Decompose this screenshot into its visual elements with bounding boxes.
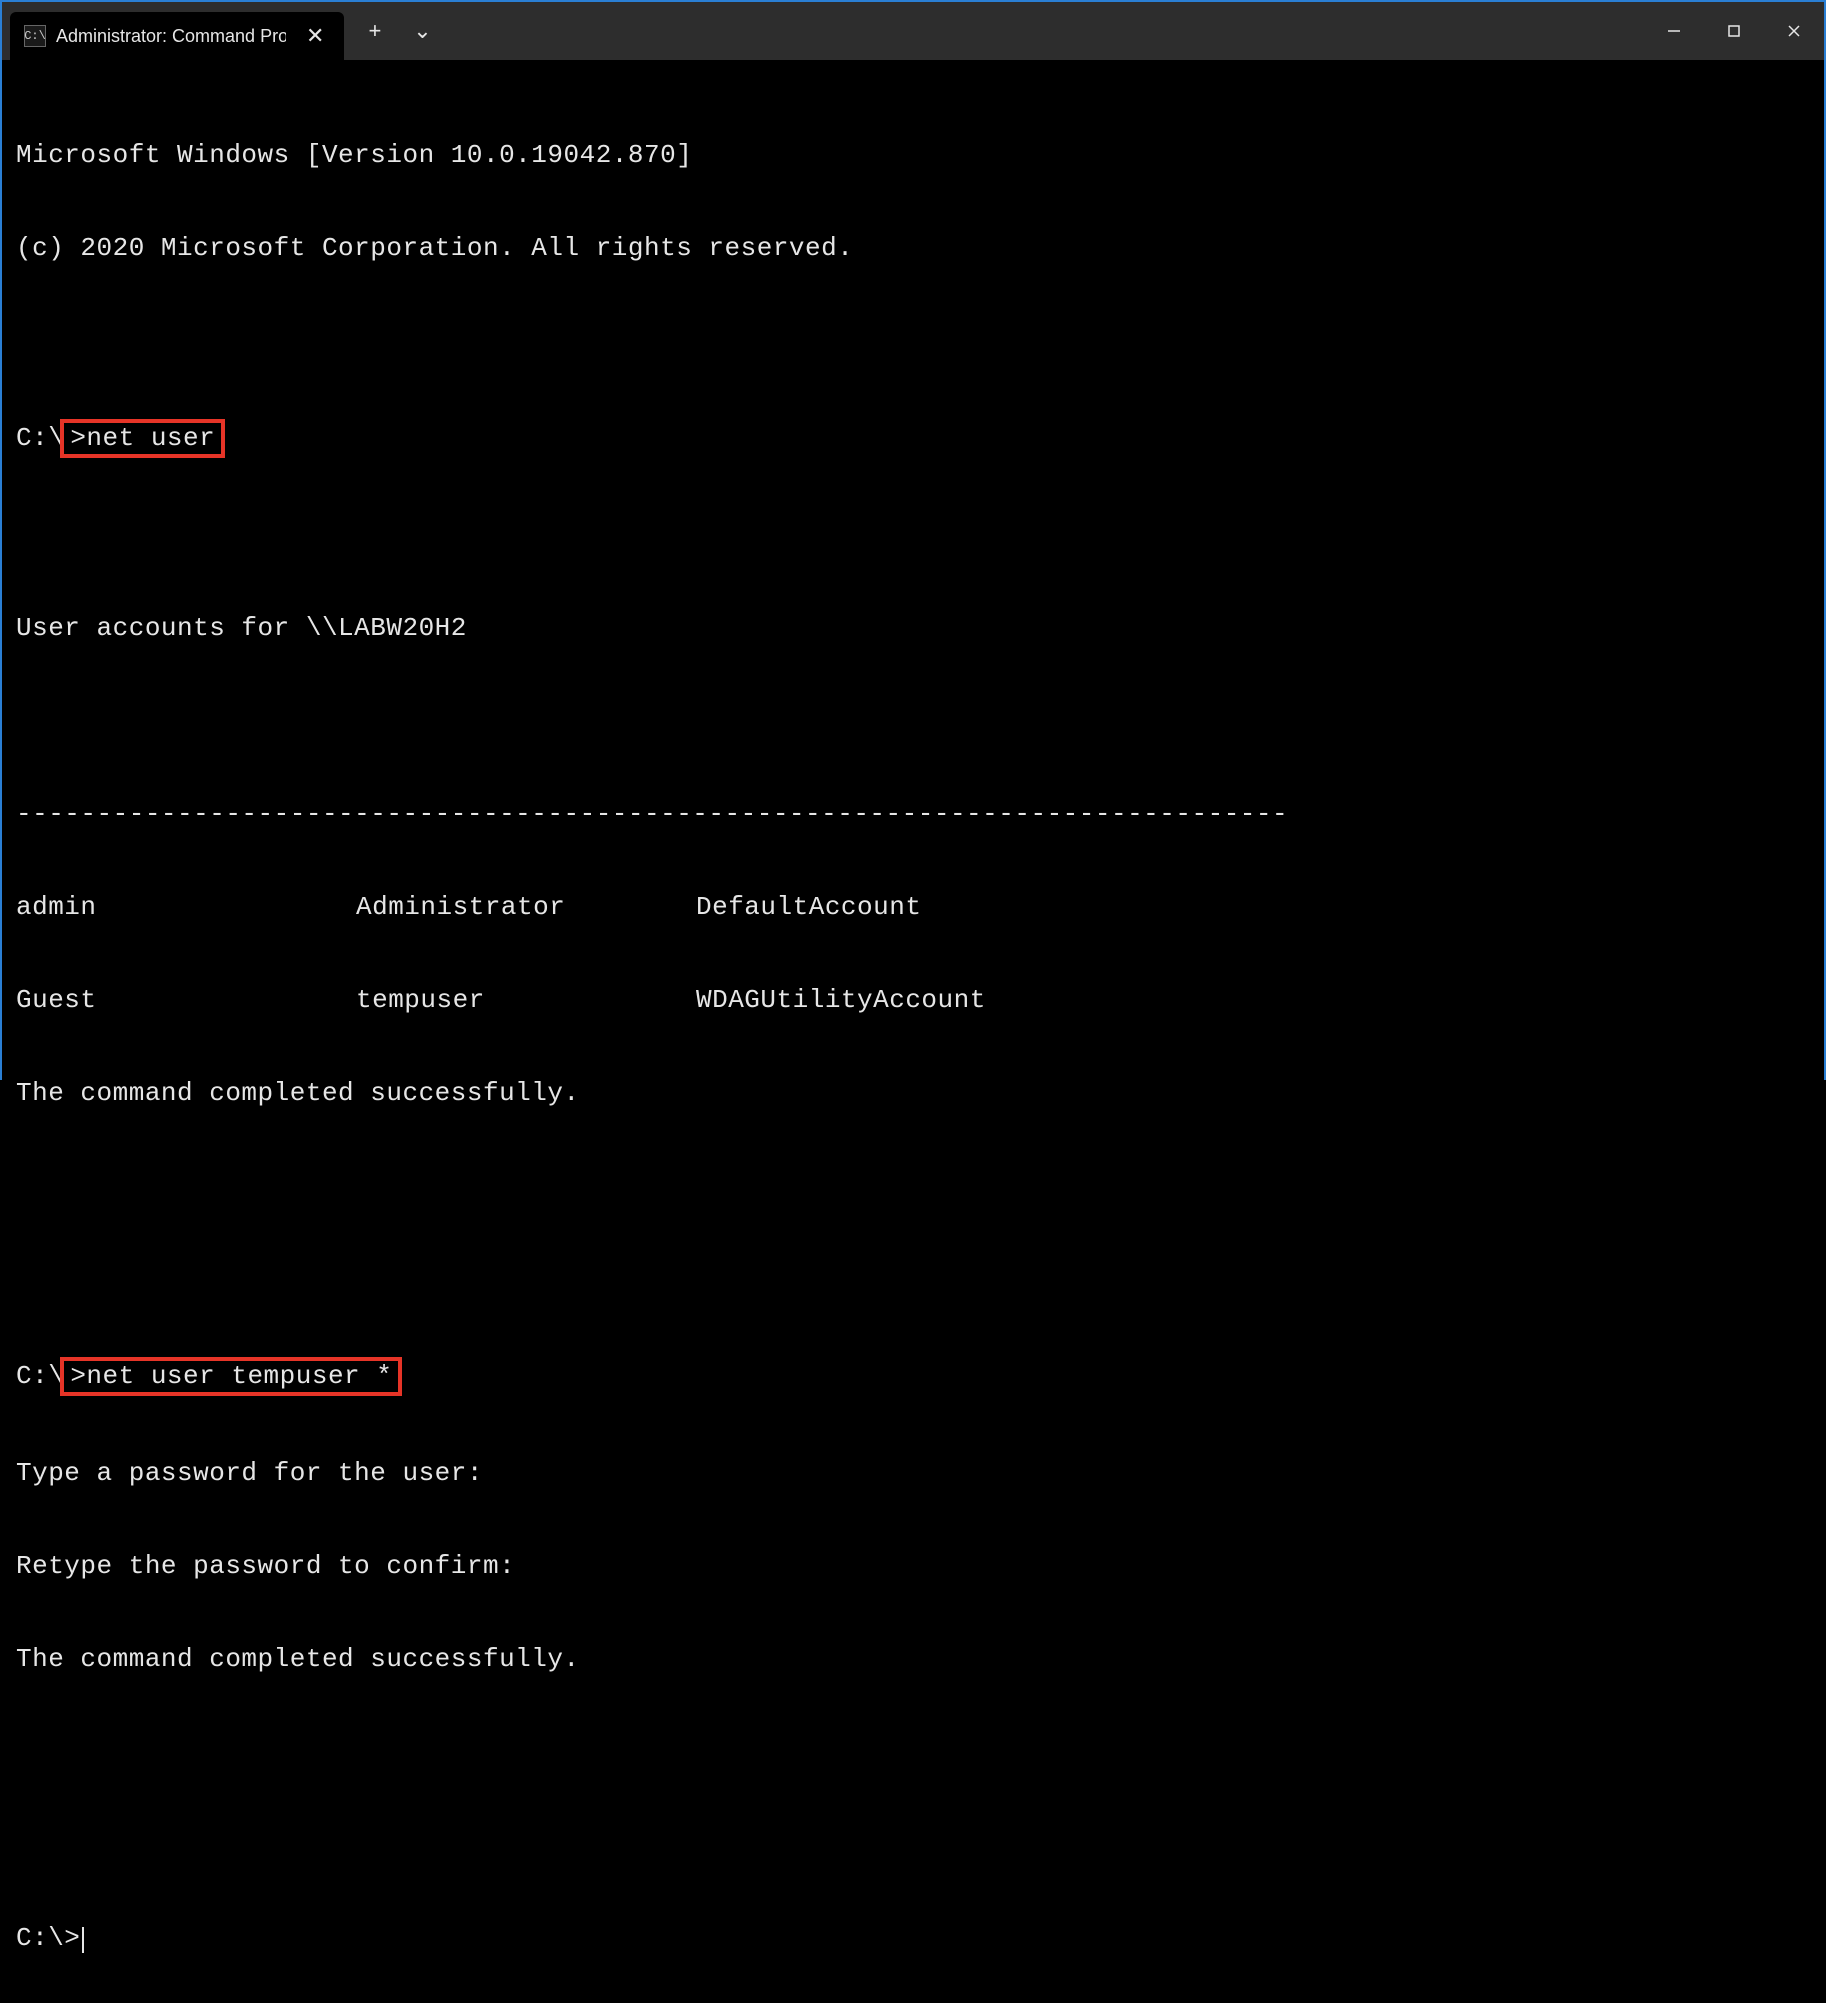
prompt-line-1: C:\>net user: [16, 419, 1810, 458]
active-tab[interactable]: C:\ Administrator: Command Prom ✕: [10, 12, 344, 60]
user-cell: DefaultAccount: [696, 892, 1036, 923]
close-window-button[interactable]: [1764, 2, 1824, 60]
user-cell: Guest: [16, 985, 356, 1016]
user-row: GuesttempuserWDAGUtilityAccount: [16, 985, 1810, 1016]
terminal-area[interactable]: Microsoft Windows [Version 10.0.19042.87…: [2, 60, 1824, 2003]
user-cell: Administrator: [356, 892, 696, 923]
password-prompt-1: Type a password for the user:: [16, 1458, 1810, 1489]
highlighted-command-1: >net user: [60, 419, 225, 458]
cmd-icon: C:\: [24, 25, 46, 47]
prompt-prefix: C:\: [16, 1361, 64, 1391]
titlebar: C:\ Administrator: Command Prom ✕ + ⌄: [2, 2, 1824, 60]
highlighted-command-2: >net user tempuser *: [60, 1357, 402, 1396]
success-message: The command completed successfully.: [16, 1078, 1810, 1109]
prompt-text: C:\>: [16, 1923, 80, 1953]
success-message: The command completed successfully.: [16, 1644, 1810, 1675]
close-tab-button[interactable]: ✕: [300, 23, 330, 49]
minimize-button[interactable]: [1644, 2, 1704, 60]
prompt-line-3: C:\>: [16, 1923, 1810, 1954]
user-row: adminAdministratorDefaultAccount: [16, 892, 1810, 923]
user-cell: WDAGUtilityAccount: [696, 985, 1036, 1016]
divider-line: ----------------------------------------…: [16, 799, 1810, 830]
maximize-button[interactable]: [1704, 2, 1764, 60]
tab-actions: + ⌄: [352, 18, 447, 44]
new-tab-button[interactable]: +: [352, 18, 397, 44]
copyright-line: (c) 2020 Microsoft Corporation. All righ…: [16, 233, 1810, 264]
password-prompt-2: Retype the password to confirm:: [16, 1551, 1810, 1582]
cursor-icon: [82, 1927, 84, 1953]
user-cell: tempuser: [356, 985, 696, 1016]
tab-dropdown-button[interactable]: ⌄: [397, 18, 447, 44]
user-cell: admin: [16, 892, 356, 923]
prompt-prefix: C:\: [16, 423, 64, 453]
version-line: Microsoft Windows [Version 10.0.19042.87…: [16, 140, 1810, 171]
accounts-header: User accounts for \\LABW20H2: [16, 613, 1810, 644]
tab-title: Administrator: Command Prom: [56, 26, 286, 47]
prompt-line-2: C:\>net user tempuser *: [16, 1357, 1810, 1396]
window-controls: [1644, 2, 1824, 60]
